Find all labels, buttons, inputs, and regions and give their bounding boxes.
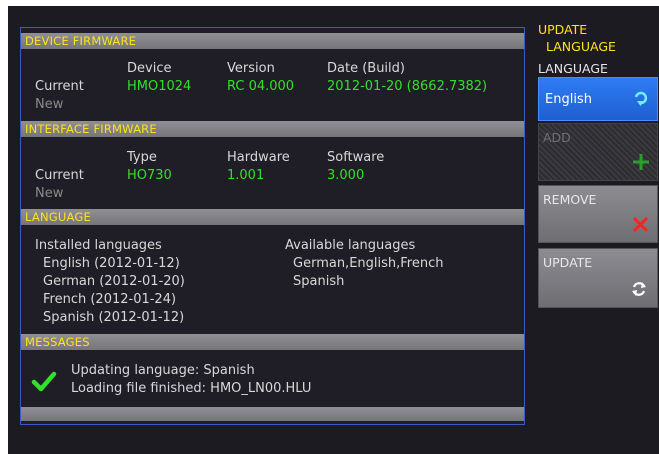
plus-icon bbox=[633, 154, 649, 170]
installed-language-item: English (2012-01-12) bbox=[43, 256, 180, 271]
firmware-panel: DEVICE FIRMWARE Device Version Date (Bui… bbox=[20, 27, 525, 425]
messages-header: MESSAGES bbox=[21, 334, 524, 350]
remove-button[interactable]: REMOVE bbox=[538, 185, 658, 243]
date-value: 2012-01-20 (8662.7382) bbox=[327, 79, 488, 94]
software-value: 3.000 bbox=[327, 168, 365, 183]
language-selector-value: English bbox=[545, 92, 592, 107]
col-hardware: Hardware bbox=[227, 150, 290, 165]
language-selector-label: LANGUAGE bbox=[538, 61, 608, 76]
installed-language-item: Spanish (2012-01-12) bbox=[43, 310, 185, 325]
installed-language-item: French (2012-01-24) bbox=[43, 292, 177, 307]
row-new-label: New bbox=[35, 97, 64, 112]
menu-title-line1: UPDATE bbox=[538, 22, 588, 37]
col-date: Date (Build) bbox=[327, 61, 405, 76]
menu-title-line2: LANGUAGE bbox=[546, 39, 616, 54]
add-button[interactable]: ADD bbox=[538, 123, 658, 181]
language-header: LANGUAGE bbox=[21, 209, 524, 225]
message-line: Loading file finished: HMO_LN00.HLU bbox=[71, 381, 312, 396]
device-value: HMO1024 bbox=[127, 79, 192, 94]
remove-label: REMOVE bbox=[543, 192, 597, 207]
checkmark-icon bbox=[31, 371, 57, 392]
available-languages-heading: Available languages bbox=[285, 238, 416, 253]
device-firmware-header: DEVICE FIRMWARE bbox=[21, 33, 524, 49]
row-new-label: New bbox=[35, 186, 64, 201]
language-selector-button[interactable]: English bbox=[538, 77, 658, 121]
add-label: ADD bbox=[543, 130, 571, 145]
update-label: UPDATE bbox=[543, 255, 593, 270]
footer-bar bbox=[21, 407, 524, 421]
row-current-label: Current bbox=[35, 168, 84, 183]
col-version: Version bbox=[227, 61, 275, 76]
available-language-item: German,English,French bbox=[293, 256, 444, 271]
refresh-icon bbox=[632, 282, 646, 296]
update-button[interactable]: UPDATE bbox=[538, 248, 658, 308]
row-current-label: Current bbox=[35, 79, 84, 94]
version-value: RC 04.000 bbox=[227, 79, 295, 94]
interface-firmware-header: INTERFACE FIRMWARE bbox=[21, 121, 524, 137]
type-value: HO730 bbox=[127, 168, 172, 183]
message-line: Updating language: Spanish bbox=[71, 363, 255, 378]
installed-languages-heading: Installed languages bbox=[35, 238, 162, 253]
rotate-knob-icon bbox=[634, 91, 648, 106]
col-device: Device bbox=[127, 61, 172, 76]
available-language-item: Spanish bbox=[293, 274, 345, 289]
col-type: Type bbox=[127, 150, 157, 165]
close-x-icon bbox=[632, 216, 649, 233]
col-software: Software bbox=[327, 150, 385, 165]
hardware-value: 1.001 bbox=[227, 168, 265, 183]
installed-language-item: German (2012-01-20) bbox=[43, 274, 185, 289]
